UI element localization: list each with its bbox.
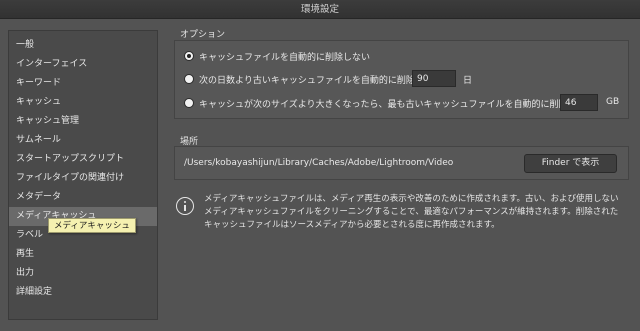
sidebar-tooltip: メディアキャッシュ — [48, 218, 136, 233]
sidebar-item-keywords[interactable]: キーワード — [9, 74, 157, 93]
radio-delete-older-than-days[interactable] — [184, 74, 194, 84]
sidebar-item-interface[interactable]: インターフェイス — [9, 55, 157, 74]
info-icon — [176, 197, 194, 215]
sidebar-item-startup-scripts[interactable]: スタートアップスクリプト — [9, 150, 157, 169]
sidebar-item-advanced[interactable]: 詳細設定 — [9, 283, 157, 302]
preferences-sidebar: 一般 インターフェイス キーワード キャッシュ キャッシュ管理 サムネール スタ… — [8, 30, 158, 320]
radio-delete-when-size-exceeds-label: キャッシュが次のサイズより大きくなったら、最も古いキャッシュファイルを自動的に削… — [199, 100, 568, 110]
sidebar-item-thumbnails[interactable]: サムネール — [9, 131, 157, 150]
radio-never-delete-label: キャッシュファイルを自動的に削除しない — [199, 53, 371, 63]
sidebar-item-metadata[interactable]: メタデータ — [9, 188, 157, 207]
location-panel: /Users/kobayashijun/Library/Caches/Adobe… — [174, 146, 629, 180]
info-description: メディアキャッシュファイルは、メディア再生の表示や改善のために作成されます。古い… — [204, 194, 619, 230]
sidebar-item-file-type-associations[interactable]: ファイルタイプの関連付け — [9, 169, 157, 188]
sidebar-item-playback[interactable]: 再生 — [9, 245, 157, 264]
sidebar-item-general[interactable]: 一般 — [9, 36, 157, 55]
radio-delete-older-than-days-label: 次の日数より古いキャッシュファイルを自動的に削除 — [199, 76, 415, 86]
sidebar-item-cache-management[interactable]: キャッシュ管理 — [9, 112, 157, 131]
days-unit: 日 — [463, 76, 473, 86]
cache-path: /Users/kobayashijun/Library/Caches/Adobe… — [184, 158, 454, 168]
radio-never-delete[interactable] — [184, 51, 194, 61]
days-input[interactable] — [412, 70, 456, 87]
window-title: 環境設定 — [0, 0, 640, 19]
radio-delete-when-size-exceeds[interactable] — [184, 98, 194, 108]
options-section-title: オプション — [180, 30, 226, 40]
size-input[interactable] — [560, 94, 598, 111]
sidebar-item-cache[interactable]: キャッシュ — [9, 93, 157, 112]
show-in-finder-button[interactable]: Finder で表示 — [524, 154, 617, 173]
options-panel: キャッシュファイルを自動的に削除しない 次の日数より古いキャッシュファイルを自動… — [174, 40, 629, 119]
sidebar-item-output[interactable]: 出力 — [9, 264, 157, 283]
size-unit: GB — [606, 97, 620, 107]
